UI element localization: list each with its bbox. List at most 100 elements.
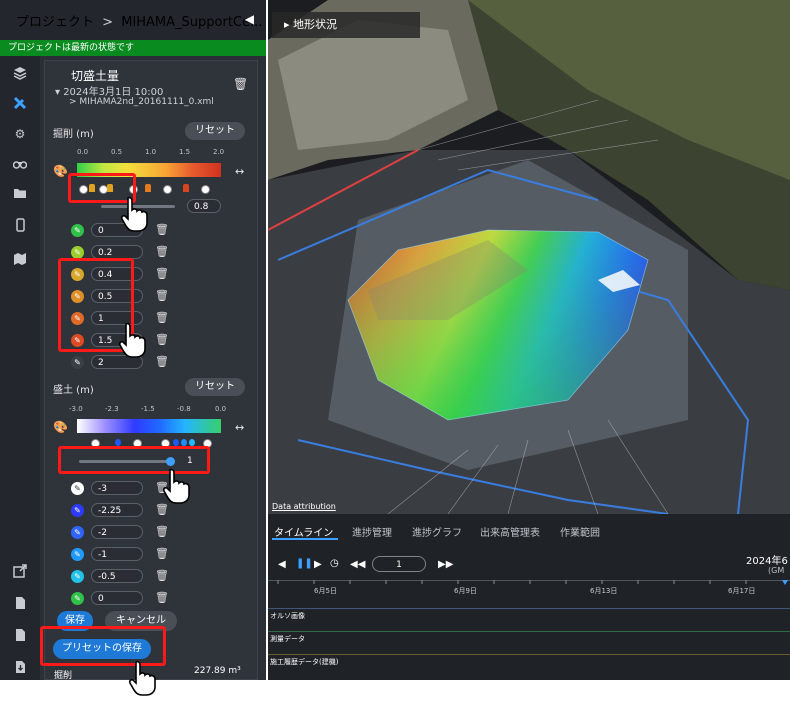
sidebar-icon-column: ⚙ bbox=[0, 56, 40, 680]
track-ortho[interactable]: オルソ画像 bbox=[270, 611, 305, 621]
pointer-hand-icon-3 bbox=[162, 468, 190, 504]
fill-section-label: 盛土 (m) bbox=[53, 385, 94, 396]
tools-icon[interactable] bbox=[12, 96, 28, 112]
project-label[interactable]: プロジェクト bbox=[16, 15, 94, 30]
cut-value-row: ✎ 2 🗑 bbox=[71, 355, 241, 371]
timezone: (GM bbox=[768, 566, 785, 575]
cut-color-picker-icon[interactable]: ✎ bbox=[71, 356, 84, 369]
map-icon[interactable] bbox=[12, 252, 28, 268]
fill-value-input[interactable]: -3 bbox=[91, 481, 143, 495]
palette-icon[interactable]: 🎨 bbox=[53, 164, 68, 178]
pointer-hand-icon-2 bbox=[118, 322, 146, 358]
trash-icon[interactable]: 🗑 bbox=[155, 525, 169, 538]
tab-progress[interactable]: 進捗管理 bbox=[352, 524, 392, 539]
panel-date[interactable]: ▾ 2024年3月1日 10:00 bbox=[55, 83, 163, 98]
fill-color-picker-icon[interactable]: ✎ bbox=[71, 504, 84, 517]
fast-forward-icon[interactable]: ▶▶ bbox=[438, 559, 453, 570]
rewind-icon[interactable]: ◀◀ bbox=[350, 559, 365, 570]
external-link-icon[interactable] bbox=[12, 564, 28, 580]
timeline-ticks bbox=[277, 580, 788, 585]
play-icon[interactable]: ▶ bbox=[314, 559, 322, 570]
cut-color-picker-icon[interactable]: ✎ bbox=[71, 224, 84, 237]
fill-color-picker-icon[interactable]: ✎ bbox=[71, 526, 84, 539]
trash-icon[interactable]: 🗑 bbox=[155, 245, 169, 258]
cut-opacity-value[interactable]: 0.8 bbox=[187, 199, 221, 213]
trash-icon[interactable]: 🗑 bbox=[155, 569, 169, 582]
fill-color-picker-icon[interactable]: ✎ bbox=[71, 570, 84, 583]
pointer-hand-icon-4 bbox=[128, 660, 156, 696]
cut-tick-1: 0.5 bbox=[111, 148, 123, 156]
fill-color-picker-icon[interactable]: ✎ bbox=[71, 482, 84, 495]
cut-tick-4: 2.0 bbox=[213, 148, 225, 156]
fill-value-row: ✎ -3 🗑 bbox=[71, 481, 241, 497]
layers-icon[interactable] bbox=[12, 66, 28, 82]
tab-work-area[interactable]: 作業範囲 bbox=[560, 524, 600, 539]
timeline-step-input[interactable]: 1 bbox=[372, 556, 426, 572]
fill-colorbar[interactable] bbox=[77, 419, 221, 433]
3d-map-view[interactable] bbox=[268, 0, 790, 514]
expand-icon: ▸ bbox=[284, 18, 290, 31]
trash-icon[interactable]: 🗑 bbox=[155, 503, 169, 516]
trash-icon[interactable]: 🗑 bbox=[155, 289, 169, 302]
fill-value-input[interactable]: -1 bbox=[91, 547, 143, 561]
binoculars-icon[interactable] bbox=[12, 156, 28, 172]
pdf-file-icon-2[interactable] bbox=[12, 628, 28, 644]
terrain-render bbox=[268, 0, 790, 514]
step-back-icon[interactable]: ◀ bbox=[278, 559, 286, 570]
pdf-file-icon[interactable] bbox=[12, 596, 28, 612]
track-construction[interactable]: 施工履歴データ(建機) bbox=[270, 657, 338, 667]
swap-arrows-icon-fill[interactable]: ↔ bbox=[235, 421, 244, 434]
fill-value-input[interactable]: -2.25 bbox=[91, 503, 143, 517]
palette-icon-fill[interactable]: 🎨 bbox=[53, 420, 68, 434]
trash-icon[interactable]: 🗑 bbox=[155, 547, 169, 560]
trash-icon[interactable]: 🗑 bbox=[155, 267, 169, 280]
tab-timeline[interactable]: タイムライン bbox=[274, 524, 333, 539]
trash-icon[interactable]: 🗑 bbox=[155, 333, 169, 346]
swap-arrows-icon[interactable]: ↔ bbox=[235, 165, 244, 178]
fill-reset-button[interactable]: リセット bbox=[185, 378, 245, 396]
fill-tick-1: -2.3 bbox=[105, 405, 119, 413]
collapse-panel-icon[interactable]: ◀ bbox=[245, 12, 254, 26]
project-name[interactable]: MIHAMA_SupportCe... bbox=[121, 15, 262, 30]
tab-output-table[interactable]: 出来高管理表 bbox=[480, 524, 540, 539]
trash-icon[interactable]: 🗑 bbox=[155, 355, 169, 368]
panel-file[interactable]: > MIHAMA2nd_20161111_0.xml bbox=[69, 97, 214, 107]
cut-fill-panel: 切盛土量 🗑 ▾ 2024年3月1日 10:00 > MIHAMA2nd_201… bbox=[44, 60, 258, 680]
project-header: プロジェクト > MIHAMA_SupportCe... ▾ ◀ bbox=[0, 0, 266, 40]
trash-icon[interactable]: 🗑 bbox=[155, 311, 169, 324]
current-date: 2024年6 bbox=[746, 556, 788, 567]
fill-color-picker-icon[interactable]: ✎ bbox=[71, 548, 84, 561]
pause-icon[interactable]: ❚❚ bbox=[296, 558, 313, 569]
pointer-hand-icon bbox=[120, 196, 148, 232]
cut-value-input[interactable]: 0.2 bbox=[91, 245, 143, 259]
cut-reset-button[interactable]: リセット bbox=[185, 122, 245, 140]
trash-icon[interactable]: 🗑 bbox=[155, 223, 169, 236]
clock-icon[interactable]: ◷ bbox=[330, 558, 339, 569]
fill-value-input[interactable]: 0 bbox=[91, 591, 143, 605]
trash-icon[interactable]: 🗑 bbox=[233, 77, 248, 91]
mobile-icon[interactable] bbox=[12, 218, 28, 234]
fill-tick-3: -0.8 bbox=[177, 405, 191, 413]
map-layer-label[interactable]: ▸ 地形状況 bbox=[272, 12, 420, 38]
timeline-panel: タイムライン 進捗管理 進捗グラフ 出来高管理表 作業範囲 ◀ ❚❚ ▶ ◷ ◀… bbox=[268, 514, 790, 680]
trash-icon[interactable]: 🗑 bbox=[155, 591, 169, 604]
gear-icon[interactable]: ⚙ bbox=[12, 126, 28, 142]
folder-icon[interactable] bbox=[12, 186, 28, 202]
data-attribution-link[interactable]: Data attribution bbox=[272, 502, 336, 511]
tab-progress-graph[interactable]: 進捗グラフ bbox=[412, 524, 462, 539]
cut-tick-2: 1.0 bbox=[145, 148, 157, 156]
fill-value-input[interactable]: -2 bbox=[91, 525, 143, 539]
download-file-icon[interactable] bbox=[12, 660, 28, 676]
cut-value-row: ✎ 0 🗑 bbox=[71, 223, 241, 239]
date-label-3: 6月17日 bbox=[728, 587, 756, 595]
fill-value-input[interactable]: -0.5 bbox=[91, 569, 143, 583]
track-survey[interactable]: 測量データ bbox=[270, 634, 305, 644]
fill-tick-0: -3.0 bbox=[69, 405, 83, 413]
cut-volume-label: 掘削 bbox=[54, 671, 73, 681]
panel-title: 切盛土量 bbox=[71, 69, 120, 83]
status-banner: プロジェクトは最新の状態です bbox=[0, 40, 266, 56]
fill-color-picker-icon[interactable]: ✎ bbox=[71, 592, 84, 605]
cut-tick-3: 1.5 bbox=[179, 148, 191, 156]
cut-volume-value: 227.89 m³ bbox=[194, 666, 241, 676]
breadcrumb-separator: > bbox=[102, 14, 114, 30]
